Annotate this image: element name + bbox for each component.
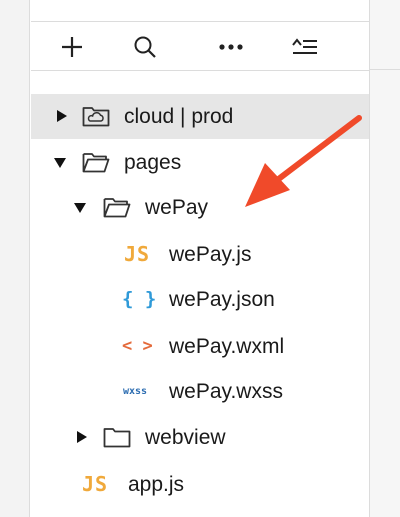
tree-item-label: webview: [145, 426, 226, 449]
file-tree: cloud | prod pages wePay JS wePay.js { }…: [31, 72, 369, 517]
tree-item-label: wePay.json: [169, 288, 275, 311]
tree-item-webview[interactable]: webview: [31, 415, 369, 460]
tree-item-app-js[interactable]: JS app.js: [31, 462, 369, 507]
tree-item-label: cloud | prod: [124, 105, 234, 128]
tree-item-label: wePay: [145, 196, 209, 219]
wxss-file-icon: wxss: [123, 386, 148, 397]
js-file-icon: JS: [124, 242, 151, 266]
tree-item-label: wePay.wxml: [169, 335, 285, 358]
tree-item-wepay-wxss[interactable]: wxss wePay.wxss: [31, 369, 369, 414]
expand-arrow-icon[interactable]: [56, 110, 68, 122]
search-button[interactable]: [131, 33, 159, 61]
wxml-file-icon: < >: [122, 336, 153, 356]
tree-item-label: app.js: [128, 473, 185, 496]
explorer-toolbar: [31, 23, 369, 71]
js-file-icon: JS: [82, 472, 109, 496]
cloud-folder-icon: [82, 107, 110, 127]
more-button[interactable]: [217, 33, 245, 61]
collapse-arrow-icon[interactable]: [74, 202, 86, 214]
editor-area-edge: [369, 0, 400, 517]
add-icon: [62, 37, 82, 57]
tree-item-wepay-js[interactable]: JS wePay.js: [31, 232, 369, 277]
tree-item-wepay-wxml[interactable]: < > wePay.wxml: [31, 324, 369, 369]
more-icon: [219, 44, 243, 50]
tree-item-label: wePay.wxss: [169, 380, 283, 403]
folder-icon: [103, 428, 131, 448]
open-folder-icon: [82, 153, 110, 173]
tree-item-wepay-json[interactable]: { } wePay.json: [31, 277, 369, 322]
open-folder-icon: [103, 198, 131, 218]
tree-item-pages[interactable]: pages: [31, 140, 369, 185]
collapse-arrow-icon[interactable]: [54, 157, 66, 169]
tree-item-wepay[interactable]: wePay: [31, 185, 369, 230]
editor-tab-bar-edge: [369, 0, 400, 70]
collapse-all-button[interactable]: [291, 33, 319, 61]
top-strip: [31, 0, 369, 22]
tree-item-label: pages: [124, 151, 182, 174]
tree-item-label: wePay.js: [169, 243, 252, 266]
left-panel-edge: [0, 0, 30, 517]
collapse-icon: [292, 38, 317, 54]
search-icon: [134, 36, 156, 58]
add-button[interactable]: [58, 33, 86, 61]
json-file-icon: { }: [122, 288, 157, 310]
expand-arrow-icon[interactable]: [76, 431, 88, 443]
tree-item-cloud-prod[interactable]: cloud | prod: [31, 94, 369, 139]
